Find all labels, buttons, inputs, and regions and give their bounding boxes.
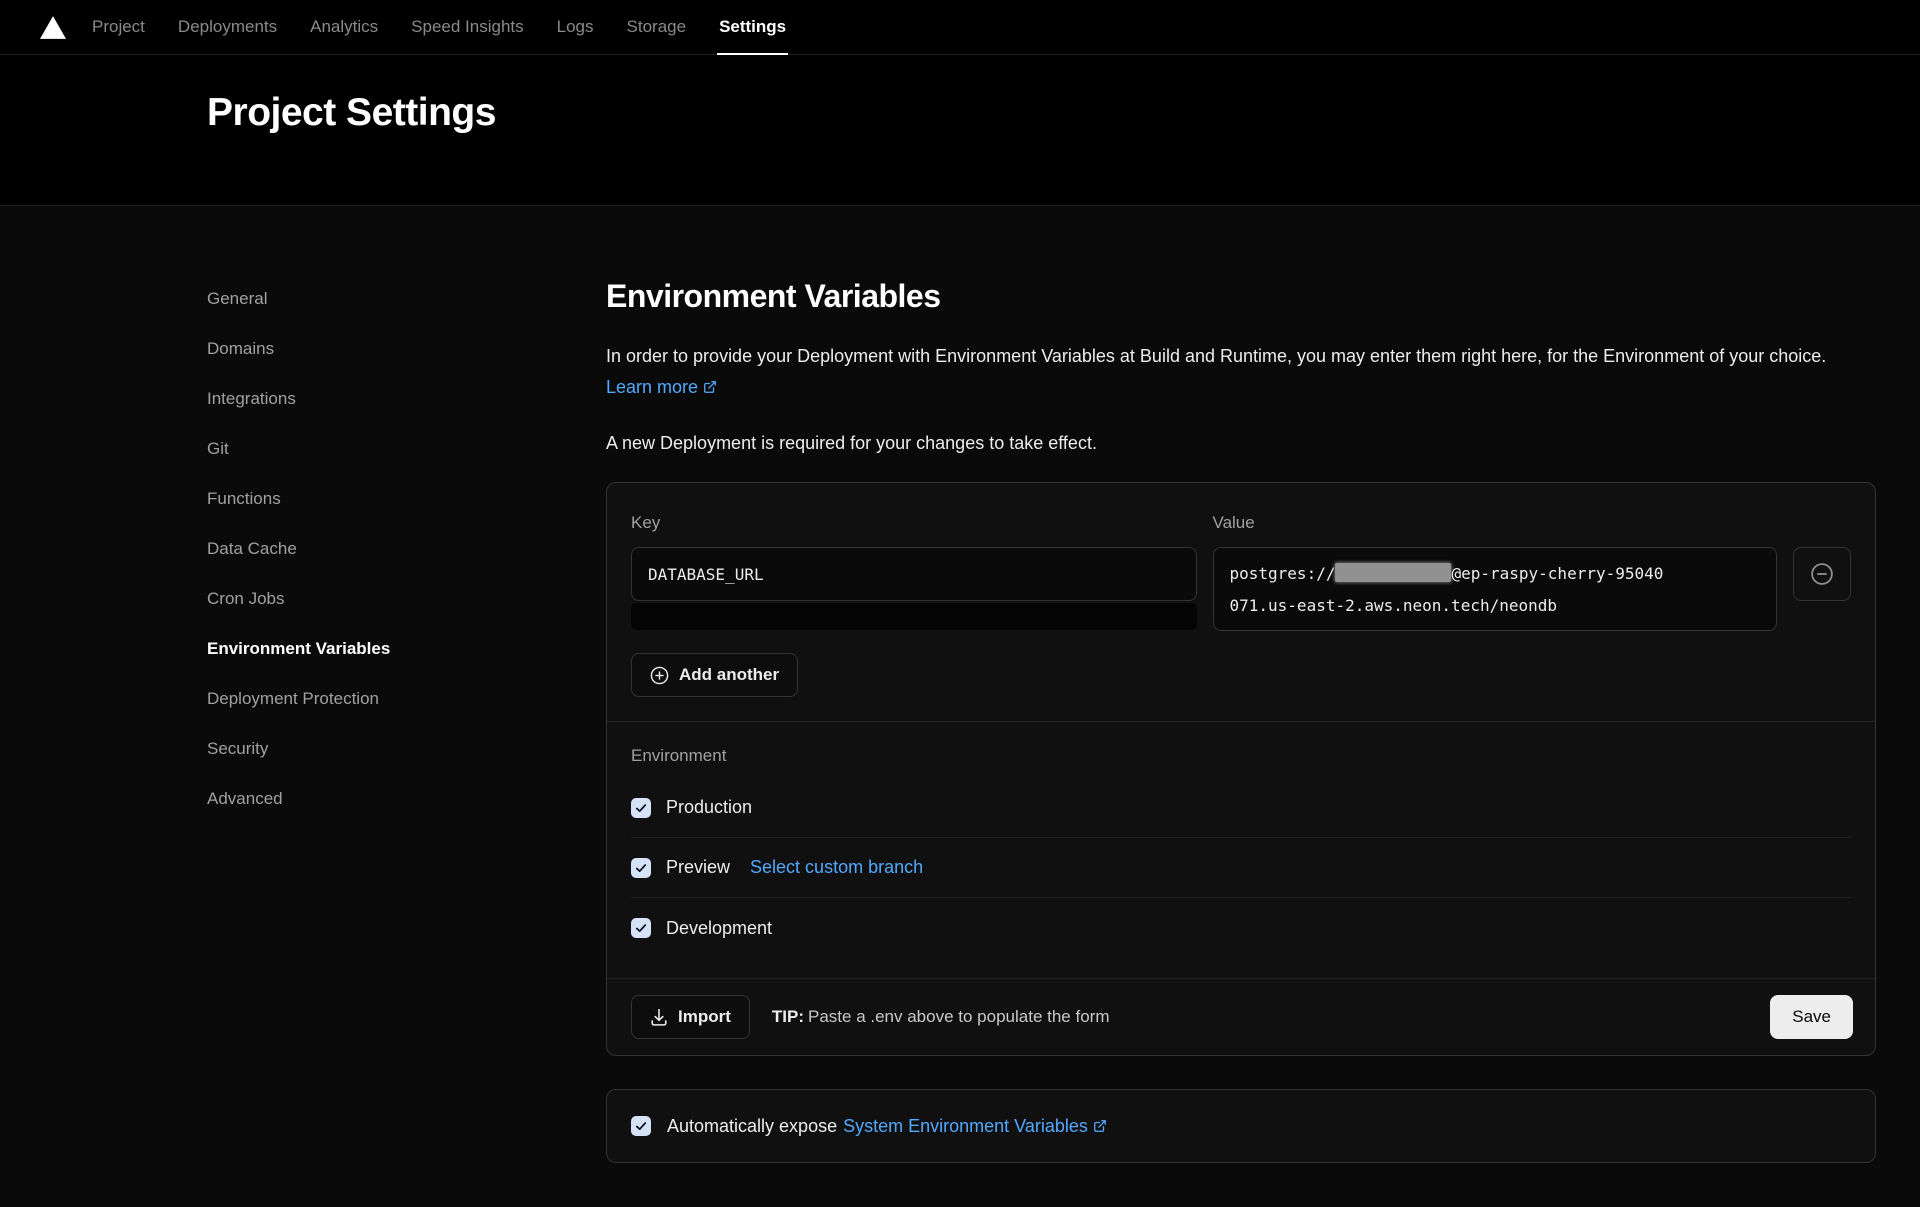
key-input-shadow bbox=[631, 603, 1197, 630]
sidebar-item-advanced[interactable]: Advanced bbox=[207, 774, 606, 824]
nav-item-speed-insights[interactable]: Speed Insights bbox=[411, 0, 523, 54]
nav-item-analytics[interactable]: Analytics bbox=[310, 0, 378, 54]
nav-item-settings[interactable]: Settings bbox=[719, 0, 786, 54]
sidebar-item-security[interactable]: Security bbox=[207, 724, 606, 774]
sidebar-item-deployment-protection[interactable]: Deployment Protection bbox=[207, 674, 606, 724]
section-title: Environment Variables bbox=[606, 278, 1876, 315]
intro-text: In order to provide your Deployment with… bbox=[606, 341, 1876, 403]
download-icon bbox=[650, 1008, 668, 1026]
add-another-label: Add another bbox=[679, 665, 779, 685]
top-nav: Project Deployments Analytics Speed Insi… bbox=[0, 0, 1920, 55]
nav-item-storage[interactable]: Storage bbox=[627, 0, 687, 54]
tip-text: TIP:Paste a .env above to populate the f… bbox=[772, 1007, 1110, 1027]
import-label: Import bbox=[678, 1007, 731, 1027]
sidebar-item-functions[interactable]: Functions bbox=[207, 474, 606, 524]
check-icon bbox=[634, 801, 648, 815]
sidebar-item-integrations[interactable]: Integrations bbox=[207, 374, 606, 424]
value-suffix: @ep-raspy-cherry-95040 bbox=[1451, 564, 1663, 583]
add-another-button[interactable]: Add another bbox=[631, 653, 798, 697]
preview-checkbox[interactable] bbox=[631, 858, 651, 878]
check-icon bbox=[634, 861, 648, 875]
sidebar-item-git[interactable]: Git bbox=[207, 424, 606, 474]
vercel-logo-icon[interactable] bbox=[40, 16, 66, 39]
env-variables-card: Key Value postgres:// @ep-raspy-cherry-95… bbox=[606, 482, 1876, 1056]
development-checkbox[interactable] bbox=[631, 918, 651, 938]
env-row-preview: Preview Select custom branch bbox=[631, 838, 1851, 898]
auto-expose-checkbox[interactable] bbox=[631, 1116, 651, 1136]
learn-more-link[interactable]: Learn more bbox=[606, 377, 717, 397]
check-icon bbox=[634, 921, 648, 935]
page-title: Project Settings bbox=[0, 55, 1920, 135]
auto-expose-label: Automatically expose bbox=[667, 1116, 837, 1137]
env-row-development: Development bbox=[631, 898, 1851, 958]
circle-minus-icon bbox=[1810, 562, 1834, 586]
value-label: Value bbox=[1213, 513, 1778, 533]
env-row-production: Production bbox=[631, 778, 1851, 838]
nav-item-project[interactable]: Project bbox=[92, 0, 145, 54]
production-checkbox[interactable] bbox=[631, 798, 651, 818]
top-nav-tabs: Project Deployments Analytics Speed Insi… bbox=[92, 0, 786, 54]
remove-variable-button[interactable] bbox=[1793, 547, 1851, 601]
circle-plus-icon bbox=[650, 666, 669, 685]
select-custom-branch-link[interactable]: Select custom branch bbox=[750, 857, 923, 878]
content: General Domains Integrations Git Functio… bbox=[0, 206, 1920, 1207]
nav-item-deployments[interactable]: Deployments bbox=[178, 0, 277, 54]
sidebar-item-general[interactable]: General bbox=[207, 274, 606, 324]
auto-expose-card: Automatically expose System Environment … bbox=[606, 1089, 1876, 1163]
sidebar-item-cron-jobs[interactable]: Cron Jobs bbox=[207, 574, 606, 624]
redacted-secret bbox=[1335, 563, 1451, 582]
page-header: Project Settings bbox=[0, 55, 1920, 206]
main-panel: Environment Variables In order to provid… bbox=[606, 206, 1876, 1177]
system-env-variables-link[interactable]: System Environment Variables bbox=[843, 1116, 1107, 1137]
key-label: Key bbox=[631, 513, 1197, 533]
intro-sentence: In order to provide your Deployment with… bbox=[606, 346, 1826, 366]
key-input[interactable] bbox=[631, 547, 1197, 601]
environment-label: Environment bbox=[631, 746, 1851, 766]
value-prefix: postgres:// bbox=[1230, 564, 1336, 583]
card-footer: Import TIP:Paste a .env above to populat… bbox=[607, 978, 1875, 1055]
import-button[interactable]: Import bbox=[631, 995, 750, 1039]
preview-label: Preview bbox=[666, 857, 730, 878]
value-line2: 071.us-east-2.aws.neon.tech/neondb bbox=[1230, 590, 1761, 622]
production-label: Production bbox=[666, 797, 752, 818]
redeploy-note: A new Deployment is required for your ch… bbox=[606, 433, 1876, 454]
sidebar-item-domains[interactable]: Domains bbox=[207, 324, 606, 374]
external-link-icon bbox=[703, 380, 717, 394]
nav-item-logs[interactable]: Logs bbox=[557, 0, 594, 54]
value-input[interactable]: postgres:// @ep-raspy-cherry-95040 071.us… bbox=[1213, 547, 1778, 631]
external-link-icon bbox=[1093, 1119, 1107, 1133]
save-button[interactable]: Save bbox=[1770, 995, 1853, 1039]
settings-sidebar: General Domains Integrations Git Functio… bbox=[0, 206, 606, 1177]
development-label: Development bbox=[666, 918, 772, 939]
sidebar-item-data-cache[interactable]: Data Cache bbox=[207, 524, 606, 574]
sidebar-item-environment-variables[interactable]: Environment Variables bbox=[207, 624, 606, 674]
check-icon bbox=[634, 1119, 648, 1133]
